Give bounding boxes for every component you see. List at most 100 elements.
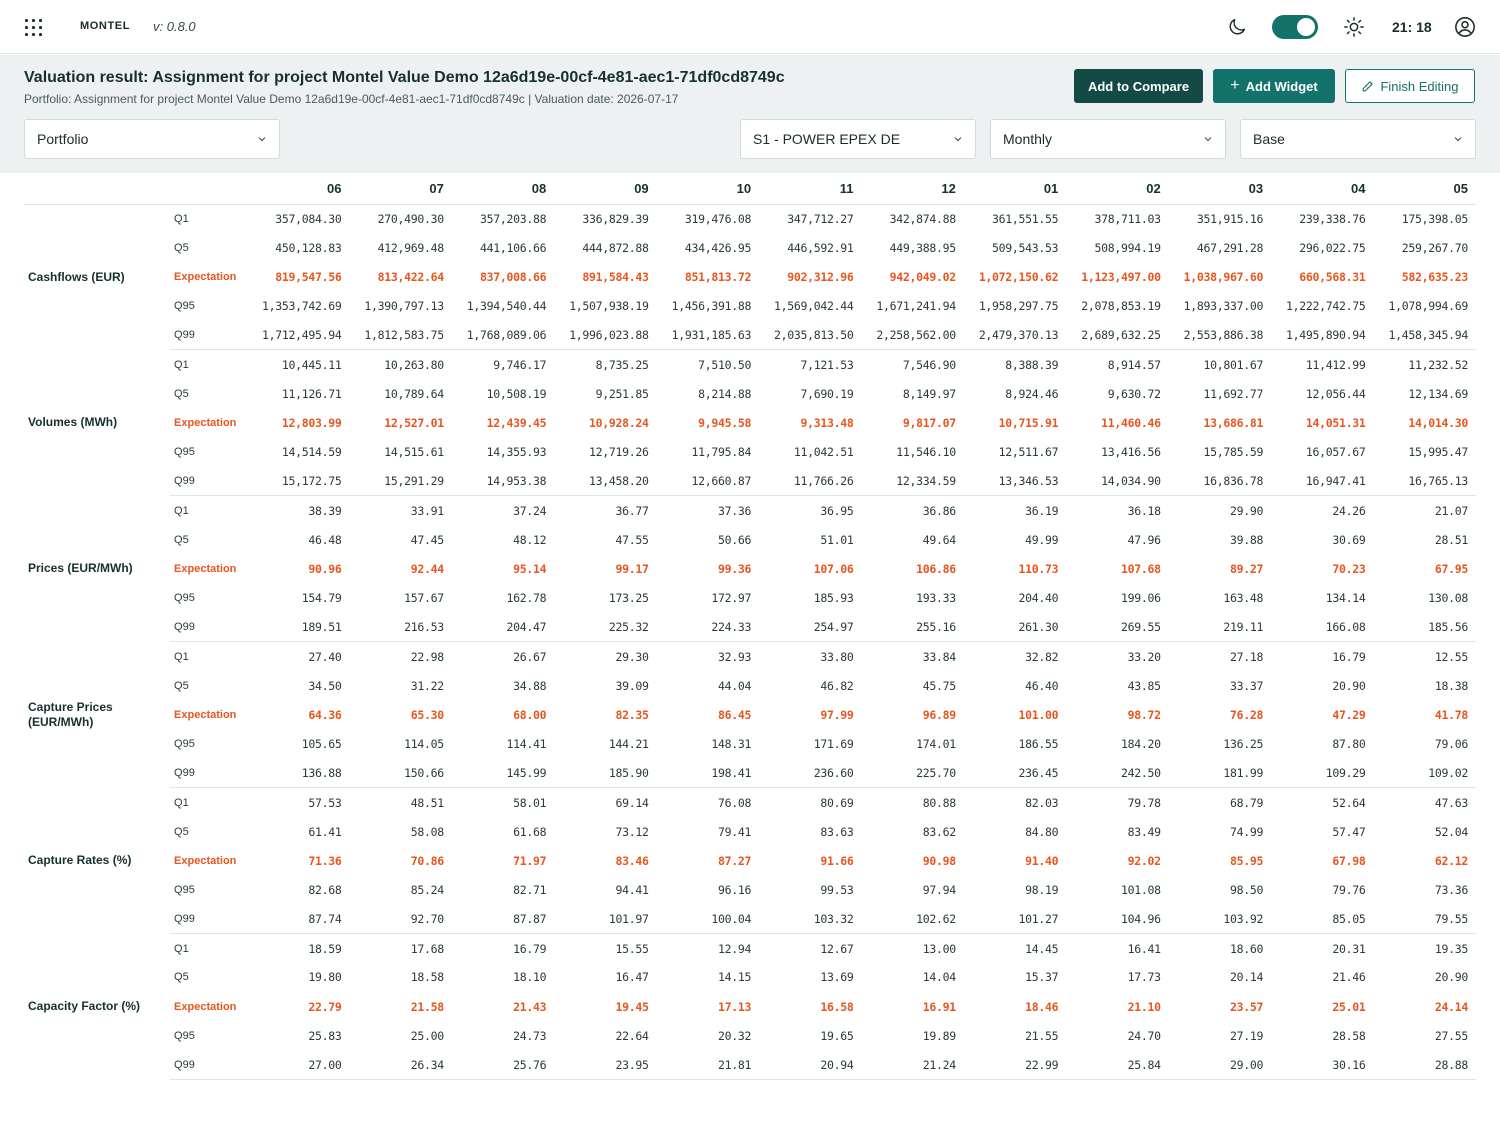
table-cell: 269.55 <box>1066 612 1169 643</box>
table-row: Expectation 71.36 70.86 71.97 83.46 87.27 91.6… <box>24 846 1476 875</box>
montel-logo[interactable]: MONTEL <box>80 20 130 32</box>
table-cell: 34.50 <box>308 678 342 693</box>
table-cell: 39.88 <box>1229 532 1264 547</box>
table-cell: 21.10 <box>1127 999 1161 1014</box>
table-cell: 17.73 <box>1127 970 1161 985</box>
table-cell: 68.00 <box>513 707 547 722</box>
table-cell: 10,715.91 <box>998 415 1059 430</box>
table-cell: 10,263.80 <box>384 357 444 372</box>
table-cell: 236.60 <box>759 758 862 789</box>
table-cell: 16.47 <box>615 970 649 985</box>
stat-label: Expectation <box>174 1000 237 1013</box>
table-cell: 36.18 <box>1127 503 1161 518</box>
table-cell: 14,355.93 <box>486 445 547 460</box>
table-cell: 1,072,150.62 <box>978 269 1059 284</box>
table-cell: 8,149.97 <box>902 386 956 401</box>
table-row: Prices (EUR/MWh) Q1 38.39 33.91 37.24 36.77 37… <box>24 496 1476 576</box>
table-cell: 29.90 <box>1229 503 1264 518</box>
frequency-select[interactable]: Monthly <box>990 119 1226 159</box>
table-cell: 16.41 <box>1127 941 1161 956</box>
table-row: Q5 61.41 58.08 61.68 73.12 79.41 83.63 83.62 84.… <box>24 817 1476 846</box>
table-cell: 95.14 <box>513 561 547 576</box>
table-cell: 261.30 <box>963 612 1067 643</box>
table-cell: 87.80 <box>1332 736 1366 751</box>
table-cell: 11,232.52 <box>1408 357 1468 372</box>
series-select[interactable]: S1 - POWER EPEX DE <box>740 119 976 159</box>
table-cell: 11,460.46 <box>1101 415 1161 430</box>
table-cell: 357,203.88 <box>480 211 547 226</box>
stat-label: Q99 <box>170 466 248 497</box>
theme-toggle[interactable] <box>1272 15 1318 39</box>
table-cell: 12.94 <box>717 941 752 956</box>
table-cell: 24.70 <box>1127 1028 1161 1043</box>
add-widget-button[interactable]: + Add Widget <box>1213 69 1335 103</box>
table-cell: 85.05 <box>1271 904 1374 935</box>
metric-column-header <box>24 173 171 205</box>
table-row: Expectation 90.96 92.44 95.14 99.17 99.36 107.… <box>24 554 1476 583</box>
table-cell: 76.08 <box>717 795 752 810</box>
table-cell: 12,803.99 <box>281 415 342 430</box>
stat-label: Q1 <box>174 942 189 955</box>
table-cell: 104.96 <box>1066 904 1169 935</box>
add-to-compare-button[interactable]: Add to Compare <box>1074 69 1203 103</box>
table-cell: 361,551.55 <box>992 211 1059 226</box>
table-cell: 12,056.44 <box>1305 386 1366 401</box>
table-cell: 101.00 <box>1018 707 1059 722</box>
stat-label: Q5 <box>174 971 189 984</box>
table-cell: 185.56 <box>1373 612 1476 643</box>
month-column-header: 06 <box>247 173 350 205</box>
scenario-select[interactable]: Base <box>1240 119 1476 159</box>
table-cell: 1,507,938.19 <box>569 299 649 314</box>
table-cell: 15,291.29 <box>349 466 452 497</box>
table-cell: 57.47 <box>1332 824 1366 839</box>
app-grid-icon[interactable] <box>25 19 43 37</box>
table-cell: 145.99 <box>451 758 555 789</box>
table-cell: 7,121.53 <box>800 357 854 372</box>
table-row: Capacity Factor (%) Q1 18.59 17.68 16.79 15.5… <box>24 934 1476 1014</box>
chevron-down-icon <box>1204 137 1212 142</box>
chevron-down-icon <box>954 137 962 142</box>
table-cell: 25.00 <box>410 1028 444 1043</box>
table-cell: 467,291.28 <box>1196 240 1264 255</box>
table-cell: 11,795.84 <box>691 445 752 460</box>
table-cell: 28.51 <box>1434 532 1468 547</box>
table-row: Capture Rates (%) Q1 57.53 48.51 58.01 69.14 7… <box>24 788 1476 868</box>
table-cell: 74.99 <box>1229 824 1264 839</box>
table-cell: 58.01 <box>513 795 547 810</box>
table-cell: 24.73 <box>513 1028 547 1043</box>
table-cell: 412,969.48 <box>377 240 445 255</box>
table-cell: 58.08 <box>410 824 444 839</box>
table-cell: 11,412.99 <box>1305 357 1366 372</box>
table-cell: 57.53 <box>308 795 342 810</box>
table-cell: 97.99 <box>820 707 854 722</box>
table-cell: 47.45 <box>410 532 444 547</box>
table-row: Capture Prices (EUR/MWh) Q1 27.40 22.98 26.6… <box>24 642 1476 729</box>
stat-label: Expectation <box>174 708 237 721</box>
scenario-select-value: Base <box>1253 131 1285 147</box>
table-cell: 150.66 <box>349 758 452 789</box>
table-cell: 45.75 <box>922 678 956 693</box>
table-cell: 100.04 <box>656 904 760 935</box>
page-title: Valuation result: Assignment for project… <box>24 69 785 86</box>
table-cell: 175,398.05 <box>1401 211 1469 226</box>
table-cell: 163.48 <box>1223 591 1264 606</box>
table-cell: 14,014.30 <box>1408 415 1468 430</box>
finish-editing-button[interactable]: Finish Editing <box>1345 69 1475 103</box>
stat-label: Q99 <box>170 904 248 935</box>
table-cell: 32.93 <box>717 649 752 664</box>
table-cell: 99.17 <box>615 561 649 576</box>
table-cell: 71.36 <box>308 853 342 868</box>
table-cell: 225.70 <box>861 758 964 789</box>
user-account-icon[interactable] <box>1454 16 1476 38</box>
table-cell: 16,836.78 <box>1168 466 1272 497</box>
clock: 21: 18 <box>1392 19 1432 35</box>
table-cell: 10,801.67 <box>1203 357 1264 372</box>
portfolio-select[interactable]: Portfolio <box>24 119 280 159</box>
table-cell: 9,746.17 <box>493 357 547 372</box>
table-cell: 20.94 <box>759 1050 862 1081</box>
stat-label: Q1 <box>174 796 189 809</box>
table-cell: 19.65 <box>820 1028 854 1043</box>
table-cell: 12,439.45 <box>486 415 547 430</box>
stat-label: Q1 <box>174 212 189 225</box>
table-cell: 46.82 <box>820 678 854 693</box>
